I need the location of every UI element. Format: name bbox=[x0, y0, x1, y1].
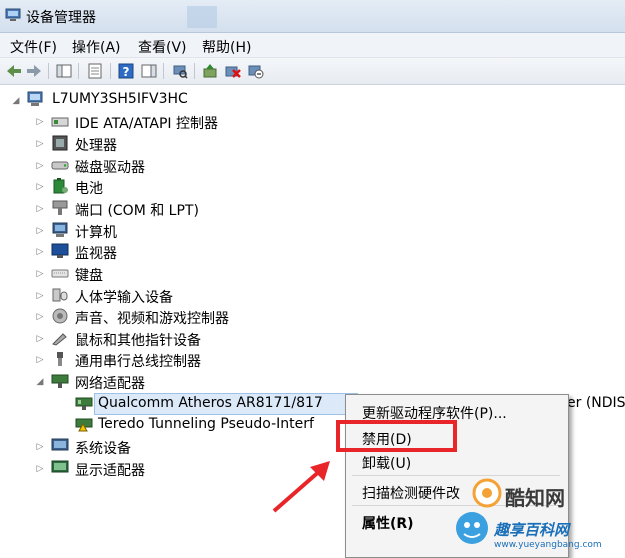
tree-item-computer[interactable]: 计算机 bbox=[75, 222, 117, 242]
properties-sheet-icon[interactable] bbox=[86, 62, 104, 80]
highlight-box bbox=[336, 420, 457, 452]
action-pane-icon[interactable] bbox=[140, 62, 158, 80]
expand-arrow-icon[interactable]: ▷ bbox=[35, 139, 45, 149]
help-icon[interactable]: ? bbox=[117, 62, 135, 80]
ide-controller-icon bbox=[51, 117, 69, 127]
title-bar: 设备管理器 bbox=[0, 0, 625, 33]
watermark-url: www.yueyangbang.com bbox=[494, 540, 602, 550]
computer-icon bbox=[52, 222, 68, 237]
watermark-circle-icon bbox=[472, 478, 502, 508]
device-manager-icon bbox=[5, 8, 21, 21]
tree-item-monitor[interactable]: 监视器 bbox=[75, 243, 117, 263]
collapse-arrow-icon[interactable]: ◢ bbox=[11, 96, 21, 106]
window-title: 设备管理器 bbox=[26, 10, 96, 26]
watermark-subtitle: 趣享百科网 bbox=[494, 521, 570, 539]
expand-arrow-icon[interactable]: ▷ bbox=[35, 161, 45, 171]
toolbar-separator bbox=[163, 63, 164, 79]
expand-arrow-icon[interactable]: ▷ bbox=[35, 182, 45, 192]
toolbar-separator bbox=[48, 63, 49, 79]
expand-arrow-icon[interactable]: ▷ bbox=[35, 117, 45, 127]
expand-arrow-icon[interactable]: ▷ bbox=[35, 464, 45, 474]
expand-arrow-icon[interactable]: ▷ bbox=[35, 291, 45, 301]
expand-arrow-icon[interactable]: ▷ bbox=[35, 334, 45, 344]
svg-text:?: ? bbox=[123, 65, 130, 79]
tree-item-display[interactable]: 显示适配器 bbox=[75, 460, 145, 480]
tree-item-system[interactable]: 系统设备 bbox=[75, 438, 131, 458]
disable-device-icon[interactable] bbox=[247, 62, 265, 80]
network-card-icon bbox=[75, 397, 93, 410]
back-icon[interactable] bbox=[5, 62, 23, 80]
tree-item-processor[interactable]: 处理器 bbox=[75, 135, 117, 155]
system-device-icon bbox=[51, 438, 69, 451]
tree-item-network[interactable]: 网络适配器 bbox=[75, 373, 145, 393]
context-properties[interactable]: 属性(R) bbox=[362, 513, 414, 533]
monitor-icon bbox=[51, 243, 69, 258]
network-child-tail: er (NDIS bbox=[567, 395, 625, 411]
watermark-mascot-icon bbox=[456, 512, 488, 544]
watermark-logo bbox=[472, 478, 502, 512]
expand-arrow-icon[interactable]: ▷ bbox=[35, 269, 45, 279]
expand-arrow-icon[interactable]: ▷ bbox=[35, 204, 45, 214]
mouse-icon bbox=[52, 333, 67, 346]
tree-item-battery[interactable]: 电池 bbox=[75, 178, 103, 198]
tree-item-sound[interactable]: 声音、视频和游戏控制器 bbox=[75, 308, 229, 328]
uninstall-icon[interactable] bbox=[224, 62, 242, 80]
network-child-qualcomm[interactable]: Qualcomm Atheros AR8171/817 bbox=[98, 395, 323, 411]
forward-icon[interactable] bbox=[25, 62, 43, 80]
toolbar: ? bbox=[0, 58, 625, 85]
show-hide-console-tree-icon[interactable] bbox=[55, 62, 73, 80]
menu-view[interactable]: 查看(V) bbox=[138, 37, 187, 57]
tree-root-label[interactable]: L7UMY3SH5IFV3HC bbox=[52, 91, 188, 107]
watermark-brand: 酷知网 bbox=[505, 486, 565, 510]
scan-hardware-icon[interactable] bbox=[171, 62, 189, 80]
expand-arrow-icon[interactable]: ▷ bbox=[35, 442, 45, 452]
computer-icon bbox=[27, 91, 43, 106]
tree-item-mouse[interactable]: 鼠标和其他指针设备 bbox=[75, 330, 201, 350]
processor-icon bbox=[52, 135, 68, 151]
network-child-teredo[interactable]: Teredo Tunneling Pseudo-Interf bbox=[98, 416, 314, 432]
tree-item-disk[interactable]: 磁盘驱动器 bbox=[75, 157, 145, 177]
human-interface-icon bbox=[52, 288, 68, 302]
tree-item-hid[interactable]: 人体学输入设备 bbox=[75, 287, 173, 307]
speaker-icon bbox=[52, 308, 68, 324]
keyboard-icon bbox=[51, 269, 69, 278]
tree-item-ide[interactable]: IDE ATA/ATAPI 控制器 bbox=[75, 113, 218, 133]
usb-icon bbox=[57, 352, 63, 366]
menu-file[interactable]: 文件(F) bbox=[10, 37, 57, 57]
toolbar-separator bbox=[110, 63, 111, 79]
tree-item-ports[interactable]: 端口 (COM 和 LPT) bbox=[75, 200, 199, 220]
menu-help[interactable]: 帮助(H) bbox=[202, 37, 251, 57]
expand-arrow-icon[interactable]: ▷ bbox=[35, 226, 45, 236]
expand-arrow-icon[interactable]: ▷ bbox=[35, 355, 45, 365]
context-separator bbox=[352, 475, 560, 476]
network-adapter-icon bbox=[51, 374, 69, 388]
network-warning-icon bbox=[75, 418, 93, 432]
menu-bar: 文件(F) 操作(A) 查看(V) 帮助(H) bbox=[0, 33, 625, 58]
expand-arrow-icon[interactable]: ▷ bbox=[35, 312, 45, 322]
context-scan[interactable]: 扫描检测硬件改 bbox=[362, 483, 460, 503]
toolbar-separator bbox=[194, 63, 195, 79]
annotation-arrow-icon bbox=[272, 461, 330, 513]
context-uninstall[interactable]: 卸载(U) bbox=[362, 453, 411, 473]
battery-icon bbox=[53, 178, 68, 194]
tree-item-keyboard[interactable]: 键盘 bbox=[75, 265, 103, 285]
tree-item-usb[interactable]: 通用串行总线控制器 bbox=[75, 351, 201, 371]
expand-arrow-icon[interactable]: ▷ bbox=[35, 247, 45, 257]
disk-drive-icon bbox=[51, 161, 69, 170]
background-window-ghost bbox=[187, 6, 217, 28]
menu-action[interactable]: 操作(A) bbox=[72, 37, 121, 57]
toolbar-separator bbox=[78, 63, 79, 79]
port-icon bbox=[52, 200, 68, 215]
update-driver-icon[interactable] bbox=[201, 62, 219, 80]
collapse-arrow-icon[interactable]: ◢ bbox=[35, 377, 45, 387]
display-adapter-icon bbox=[51, 460, 69, 473]
